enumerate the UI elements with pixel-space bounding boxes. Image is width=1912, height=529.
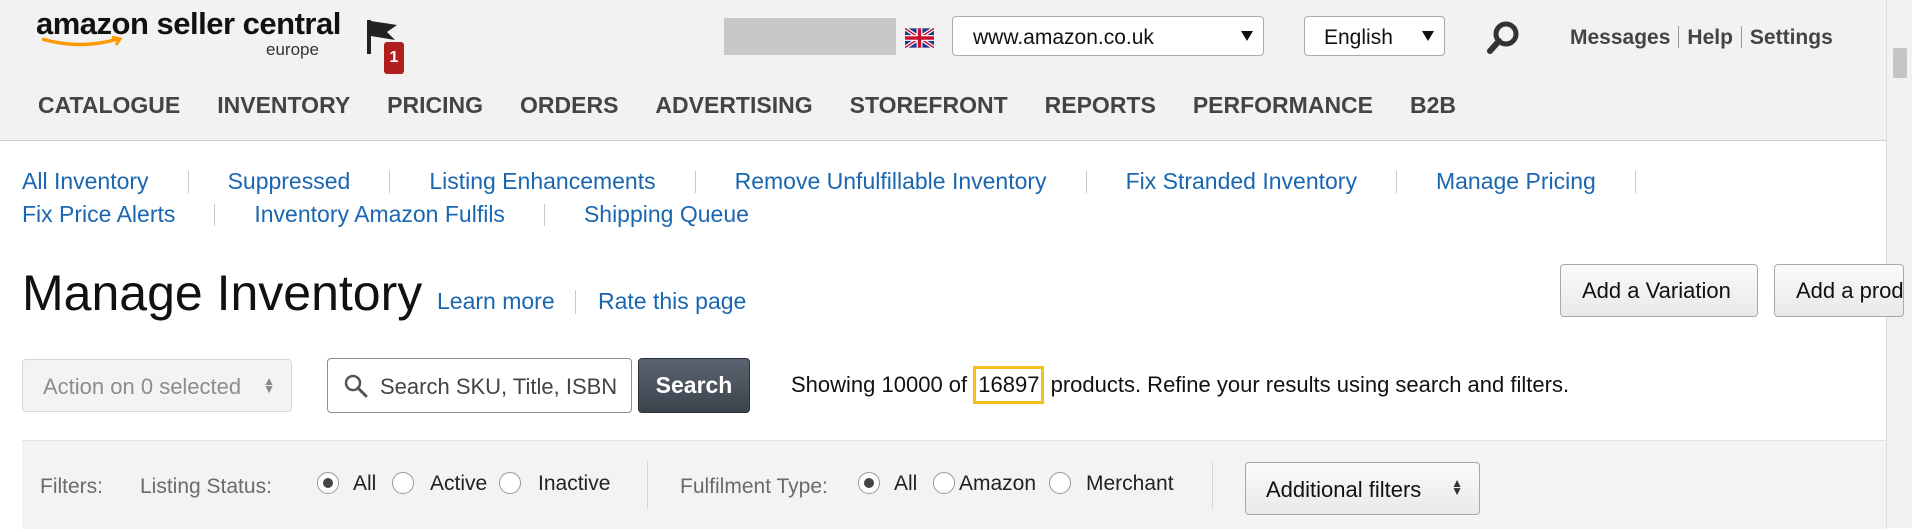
result-summary: Showing 10000 of 16897 products. Refine … bbox=[791, 366, 1570, 404]
listing-status-active-radio[interactable] bbox=[392, 472, 414, 494]
nav-orders[interactable]: ORDERS bbox=[520, 92, 618, 122]
subnav-divider bbox=[214, 203, 216, 226]
listing-status-all-radio[interactable] bbox=[317, 472, 339, 494]
chevron-down-icon bbox=[1422, 31, 1434, 41]
subnav-divider bbox=[1395, 170, 1397, 193]
seller-central-logo[interactable]: amazon seller central europe bbox=[36, 6, 341, 66]
logo-region-text: europe bbox=[266, 40, 319, 59]
header-links: Messages Help Settings bbox=[1570, 26, 1833, 50]
top-header: amazon seller central europe 1 www.amazo… bbox=[0, 0, 1886, 141]
messages-link[interactable]: Messages bbox=[1570, 26, 1670, 49]
settings-link[interactable]: Settings bbox=[1750, 26, 1833, 49]
search-icon bbox=[344, 374, 368, 398]
nav-advertising[interactable]: ADVERTISING bbox=[655, 92, 812, 122]
listing-status-inactive-radio[interactable] bbox=[499, 472, 521, 494]
total-count-highlight: 16897 bbox=[973, 366, 1045, 404]
nav-pricing[interactable]: PRICING bbox=[387, 92, 483, 122]
nav-storefront[interactable]: STOREFRONT bbox=[850, 92, 1008, 122]
nav-inventory[interactable]: INVENTORY bbox=[217, 92, 350, 122]
inventory-subnav-row-2: Fix Price Alerts Inventory Amazon Fulfil… bbox=[22, 201, 749, 228]
up-down-arrows-icon: ▲ ▼ bbox=[263, 374, 275, 396]
page-title: Manage Inventory bbox=[22, 265, 423, 321]
subnav-suppressed[interactable]: Suppressed bbox=[228, 168, 351, 195]
subnav-listing-enhancements[interactable]: Listing Enhancements bbox=[429, 168, 655, 195]
help-link[interactable]: Help bbox=[1687, 26, 1733, 49]
marketplace-select[interactable]: www.amazon.co.uk bbox=[952, 16, 1264, 56]
fulfilment-amazon-label[interactable]: Amazon bbox=[959, 472, 1036, 496]
scrollbar-thumb[interactable] bbox=[1893, 48, 1907, 78]
fulfilment-type-label: Fulfilment Type: bbox=[680, 475, 828, 498]
subnav-divider bbox=[1634, 170, 1636, 193]
additional-filters-label: Additional filters bbox=[1266, 477, 1422, 502]
main-nav: CATALOGUE INVENTORY PRICING ORDERS ADVER… bbox=[38, 92, 1493, 122]
add-variation-button[interactable]: Add a Variation bbox=[1560, 264, 1758, 317]
nav-reports[interactable]: REPORTS bbox=[1045, 92, 1156, 122]
search-button[interactable]: Search bbox=[638, 358, 750, 413]
subnav-inventory-amazon-fulfils[interactable]: Inventory Amazon Fulfils bbox=[254, 201, 505, 228]
listing-status-active-label[interactable]: Active bbox=[430, 472, 487, 496]
add-product-button[interactable]: Add a product bbox=[1774, 264, 1904, 317]
listing-status-label: Listing Status: bbox=[140, 475, 272, 498]
subnav-divider bbox=[187, 170, 189, 193]
filter-divider bbox=[647, 461, 648, 509]
rate-page-link[interactable]: Rate this page bbox=[598, 288, 746, 315]
redacted-store-name bbox=[724, 18, 896, 55]
filter-divider bbox=[1212, 461, 1213, 509]
filters-label: Filters: bbox=[40, 475, 103, 498]
chevron-down-icon bbox=[1241, 31, 1253, 41]
subnav-shipping-queue[interactable]: Shipping Queue bbox=[584, 201, 749, 228]
fulfilment-all-radio[interactable] bbox=[858, 472, 880, 494]
language-value: English bbox=[1324, 26, 1393, 49]
search-placeholder: Search SKU, Title, ISBN bbox=[380, 374, 618, 399]
amazon-smile-icon bbox=[41, 36, 123, 47]
inventory-subnav-row-1: All Inventory Suppressed Listing Enhance… bbox=[22, 168, 1675, 195]
filter-bar: Filters: Listing Status: All Active Inac… bbox=[22, 440, 1886, 529]
subnav-remove-unfulfillable[interactable]: Remove Unfulfillable Inventory bbox=[735, 168, 1047, 195]
subnav-fix-stranded[interactable]: Fix Stranded Inventory bbox=[1126, 168, 1357, 195]
subnav-divider bbox=[389, 170, 391, 193]
up-down-arrows-icon: ▲ ▼ bbox=[1451, 476, 1463, 498]
language-select[interactable]: English bbox=[1304, 16, 1445, 56]
link-divider bbox=[1678, 26, 1680, 48]
alert-count-badge[interactable]: 1 bbox=[384, 42, 404, 74]
bulk-action-label: Action on 0 selected bbox=[43, 374, 242, 399]
summary-prefix: Showing 10000 of bbox=[791, 372, 968, 397]
subnav-divider bbox=[543, 203, 545, 226]
fulfilment-merchant-label[interactable]: Merchant bbox=[1086, 472, 1174, 496]
subnav-manage-pricing[interactable]: Manage Pricing bbox=[1436, 168, 1596, 195]
subnav-divider bbox=[1085, 170, 1087, 193]
subnav-all-inventory[interactable]: All Inventory bbox=[22, 168, 149, 195]
fulfilment-all-label[interactable]: All bbox=[894, 472, 917, 496]
summary-suffix: products. Refine your results using sear… bbox=[1050, 372, 1570, 397]
additional-filters-select[interactable]: Additional filters ▲ ▼ bbox=[1245, 462, 1480, 515]
learn-more-link[interactable]: Learn more bbox=[437, 288, 555, 315]
title-link-divider bbox=[575, 290, 576, 314]
nav-b2b[interactable]: B2B bbox=[1410, 92, 1456, 122]
uk-flag-icon bbox=[905, 28, 934, 48]
nav-performance[interactable]: PERFORMANCE bbox=[1193, 92, 1373, 122]
subnav-divider bbox=[694, 170, 696, 193]
bulk-action-select[interactable]: Action on 0 selected ▲ ▼ bbox=[22, 359, 292, 412]
marketplace-value: www.amazon.co.uk bbox=[973, 26, 1154, 49]
listing-status-inactive-label[interactable]: Inactive bbox=[538, 472, 610, 496]
fulfilment-merchant-radio[interactable] bbox=[1049, 472, 1071, 494]
inventory-search-input[interactable]: Search SKU, Title, ISBN bbox=[327, 358, 632, 413]
nav-catalogue[interactable]: CATALOGUE bbox=[38, 92, 180, 122]
fulfilment-amazon-radio[interactable] bbox=[933, 472, 955, 494]
subnav-fix-price-alerts[interactable]: Fix Price Alerts bbox=[22, 201, 175, 228]
link-divider bbox=[1740, 26, 1742, 48]
search-icon[interactable] bbox=[1486, 20, 1522, 56]
listing-status-all-label[interactable]: All bbox=[353, 472, 376, 496]
